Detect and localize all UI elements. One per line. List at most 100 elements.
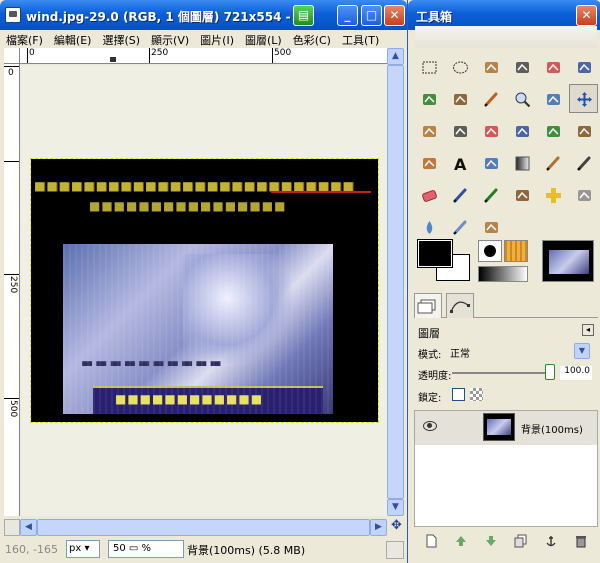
tool-heal[interactable]	[538, 180, 567, 209]
tool-foreground-select[interactable]	[414, 84, 443, 113]
tool-pencil[interactable]	[538, 148, 567, 177]
maximize-button[interactable]: □	[361, 5, 382, 26]
eye-icon[interactable]	[423, 421, 437, 431]
minimize-button[interactable]: _	[337, 5, 358, 26]
ruler-v-label: 250	[8, 276, 18, 294]
scroll-right-arrow[interactable]: ▶	[370, 519, 387, 536]
raise-layer-icon[interactable]	[454, 534, 468, 548]
menu-view[interactable]: 顯示(V)	[145, 30, 194, 48]
chevron-down-icon[interactable]: ▼	[574, 343, 590, 359]
gimp-taskbar-icon[interactable]: ▤	[293, 5, 314, 26]
tool-bucket-fill[interactable]	[476, 148, 505, 177]
tool-measure[interactable]	[538, 84, 567, 113]
dodge-burn-icon	[483, 219, 500, 236]
lock-pixels-checkbox[interactable]	[452, 388, 465, 401]
pattern-indicator[interactable]	[504, 240, 528, 262]
lock-alpha-icon[interactable]	[470, 388, 483, 401]
tool-paths[interactable]	[445, 84, 474, 113]
unit-select[interactable]: px ▾	[66, 540, 100, 558]
horizontal-ruler[interactable]: 0 250 500	[20, 48, 387, 64]
menu-file[interactable]: 檔案(F)	[0, 30, 48, 48]
menu-tools[interactable]: 工具(T)	[336, 30, 384, 48]
scroll-down-arrow[interactable]: ▼	[387, 499, 404, 516]
tool-flip[interactable]	[414, 148, 443, 177]
color-area[interactable]	[417, 239, 476, 284]
tool-fuzzy-select[interactable]	[507, 52, 536, 81]
vertical-ruler[interactable]: 0 250 500	[4, 64, 20, 516]
ruler-h-label: 250	[151, 48, 169, 58]
tool-rect-select[interactable]	[414, 52, 443, 81]
tool-clone[interactable]	[507, 180, 536, 209]
menu-select[interactable]: 選擇(S)	[96, 30, 145, 48]
gradient-indicator[interactable]	[478, 266, 528, 282]
tool-ink[interactable]	[476, 180, 505, 209]
opacity-value[interactable]: 100.0	[560, 366, 592, 380]
scroll-left-arrow[interactable]: ◀	[20, 519, 37, 536]
foreground-select-icon	[421, 91, 438, 108]
tool-scale[interactable]	[507, 116, 536, 145]
tool-shear[interactable]	[538, 116, 567, 145]
tool-airbrush[interactable]	[445, 180, 474, 209]
lower-layer-icon[interactable]	[484, 534, 498, 548]
tool-move[interactable]	[569, 84, 598, 113]
menu-image[interactable]: 圖片(I)	[194, 30, 239, 48]
tool-paintbrush[interactable]	[569, 148, 598, 177]
canvas-area[interactable]: ■■■■■■■■■■■■■■■■■■■■■■■■■■ ■■■■■■■■■■■■■…	[21, 65, 387, 516]
new-layer-icon[interactable]	[424, 534, 438, 548]
tool-align[interactable]	[414, 116, 443, 145]
menu-layer[interactable]: 圖層(L)	[239, 30, 287, 48]
tool-color-picker[interactable]	[476, 84, 505, 113]
vertical-scroll-thumb[interactable]	[387, 65, 404, 499]
zoom-select[interactable]: 50 ▭ %	[108, 540, 184, 558]
tab-paths[interactable]	[446, 293, 474, 318]
tool-select-by-color[interactable]	[538, 52, 567, 81]
tool-blend[interactable]	[507, 148, 536, 177]
select-by-color-icon	[545, 59, 562, 76]
brush-indicator[interactable]	[478, 240, 502, 262]
quick-mask-toggle[interactable]	[4, 519, 20, 536]
image-window-titlebar[interactable]: wind.jpg-29.0 (RGB, 1 個圖層) 721x554 - GIM…	[0, 0, 407, 30]
toolbox-close-button[interactable]: ✕	[576, 5, 597, 26]
mode-select[interactable]: 正常 ▼	[448, 343, 590, 361]
tool-scissors[interactable]	[569, 52, 598, 81]
tool-zoom[interactable]	[507, 84, 536, 113]
tool-dodge-burn[interactable]	[476, 212, 505, 241]
opacity-slider-knob[interactable]	[545, 364, 555, 380]
svg-text:A: A	[454, 155, 467, 172]
eraser-icon	[421, 187, 438, 204]
tool-free-select[interactable]	[476, 52, 505, 81]
menu-edit[interactable]: 編輯(E)	[48, 30, 97, 48]
horizontal-scroll-thumb[interactable]	[37, 519, 370, 536]
airbrush-icon	[452, 187, 469, 204]
menu-colors[interactable]: 色彩(C)	[287, 30, 336, 48]
tool-ellipse-select[interactable]	[445, 52, 474, 81]
close-button[interactable]: ✕	[384, 5, 405, 26]
active-image-thumb[interactable]	[542, 240, 594, 282]
layer-row[interactable]: 背景(100ms)	[415, 411, 597, 445]
shear-icon	[545, 123, 562, 140]
panel-menu-button[interactable]: ◂	[582, 324, 594, 336]
tool-perspective[interactable]	[569, 116, 598, 145]
opacity-slider[interactable]	[452, 372, 548, 374]
tab-layers[interactable]	[414, 293, 442, 318]
image-canvas[interactable]: ■■■■■■■■■■■■■■■■■■■■■■■■■■ ■■■■■■■■■■■■■…	[30, 158, 379, 423]
toolbox-window: 工具箱 ✕ A 圖層 ◂ 模式: 正常 ▼ 透明度: 100.0 鎖定: 背景(…	[407, 0, 600, 563]
delete-layer-icon[interactable]	[574, 534, 588, 548]
horizontal-scrollbar[interactable]: ◀ ▶	[20, 519, 387, 536]
move-icon	[576, 91, 593, 108]
tool-eraser[interactable]	[414, 180, 443, 209]
image-window: wind.jpg-29.0 (RGB, 1 個圖層) 721x554 - GIM…	[0, 0, 407, 563]
foreground-color[interactable]	[417, 239, 453, 268]
scroll-up-arrow[interactable]: ▲	[387, 48, 404, 65]
tool-text[interactable]: A	[445, 148, 474, 177]
duplicate-layer-icon[interactable]	[514, 534, 528, 548]
vertical-scrollbar[interactable]: ▲ ▼	[387, 48, 404, 516]
tool-rotate[interactable]	[476, 116, 505, 145]
tool-smudge[interactable]	[445, 212, 474, 241]
tool-perspective-clone[interactable]	[569, 180, 598, 209]
navigate-icon[interactable]: ✥	[388, 518, 405, 536]
tool-crop[interactable]	[445, 116, 474, 145]
cancel-button[interactable]	[386, 541, 404, 559]
anchor-layer-icon[interactable]	[544, 534, 558, 548]
tool-blur[interactable]	[414, 212, 443, 241]
